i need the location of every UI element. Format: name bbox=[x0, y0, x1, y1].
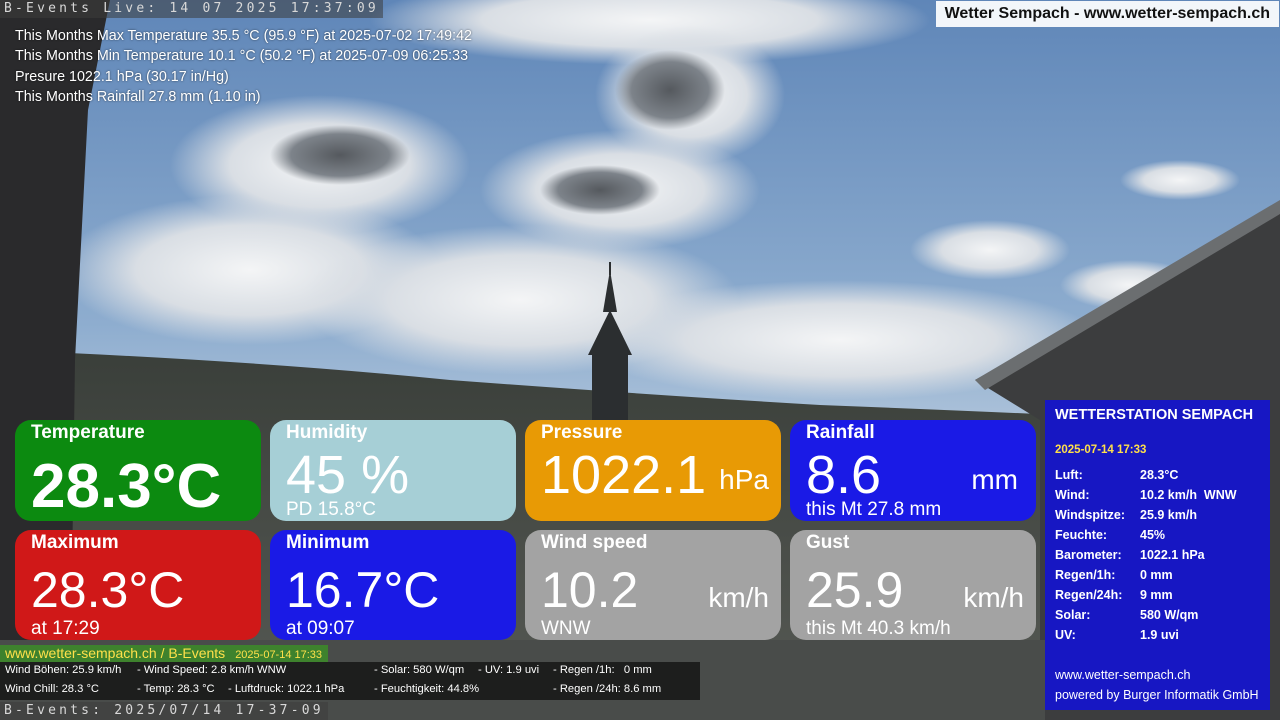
tile-title: Wind speed bbox=[541, 532, 648, 553]
month-rainfall: This Months Rainfall 27.8 mm (1.10 in) bbox=[15, 88, 261, 105]
tile-title: Gust bbox=[806, 532, 850, 553]
maximum-tile: Maximum 28.3°C at 17:29 bbox=[15, 530, 261, 640]
station-title: WETTERSTATION SEMPACH bbox=[1055, 407, 1254, 423]
row-value: 28.3°C bbox=[1140, 468, 1179, 482]
maximum-time: at 17:29 bbox=[31, 618, 100, 639]
row-label: Luft: bbox=[1055, 468, 1083, 482]
row-value: 580 W/qm bbox=[1140, 608, 1199, 622]
ticker-humidity: - Feuchtigkeit: 44.8% bbox=[374, 683, 480, 695]
gust-value: 25.9 bbox=[806, 562, 904, 618]
station-row: Solar: 580 W/qm bbox=[1055, 608, 1198, 622]
ticker-pressure: - Luftdruck: 1022.1 hPa bbox=[228, 683, 345, 695]
gust-month-max: this Mt 40.3 km/h bbox=[806, 618, 951, 639]
ticker-rain-24h: - Regen /24h: 8.6 mm bbox=[553, 683, 662, 695]
live-timestamp: B-Events Live: 14 07 2025 17:37:09 bbox=[0, 0, 383, 18]
minimum-tile: Minimum 16.7°C at 09:07 bbox=[270, 530, 516, 640]
pressure-readout: Presure 1022.1 hPa (30.17 in/Hg) bbox=[15, 68, 229, 85]
ticker-uv: - UV: 1.9 uvi bbox=[478, 664, 540, 676]
station-row: UV: 1.9 uvi bbox=[1055, 628, 1179, 642]
bottom-date: 2025-07-14 17:33 bbox=[235, 649, 323, 661]
station-date: 2025-07-14 17:33 bbox=[1055, 444, 1147, 456]
station-row: Regen/24h: 9 mm bbox=[1055, 588, 1173, 602]
row-label: Regen/1h: bbox=[1055, 568, 1116, 582]
station-info-panel: WETTERSTATION SEMPACH 2025-07-14 17:33 L… bbox=[1045, 400, 1270, 710]
row-label: Regen/24h: bbox=[1055, 588, 1123, 602]
pressure-value: 1022.1 bbox=[541, 445, 707, 505]
row-value: 45% bbox=[1140, 528, 1166, 542]
tile-title: Temperature bbox=[31, 422, 145, 443]
dew-point-value: PD 15.8°C bbox=[286, 499, 376, 520]
tile-title: Maximum bbox=[31, 532, 119, 553]
gust-unit: km/h bbox=[963, 582, 1024, 613]
row-label: Feuchte: bbox=[1055, 528, 1108, 542]
weather-ticker: Wind Böhen: 25.9 km/h - Wind Speed: 2.8 … bbox=[0, 662, 700, 700]
rainfall-unit: mm bbox=[971, 464, 1018, 495]
row-value: 0 mm bbox=[1140, 568, 1173, 582]
archive-timestamp: B-Events: 2025/07/14 17-37-09 bbox=[0, 702, 328, 720]
humidity-tile: Humidity 45 % PD 15.8°C bbox=[270, 420, 516, 521]
station-website-link[interactable]: www.wetter-sempach.ch bbox=[1055, 668, 1190, 682]
row-label: Wind: bbox=[1055, 488, 1090, 502]
website-link-bar[interactable]: www.wetter-sempach.ch / B-Events 2025-07-… bbox=[0, 645, 329, 662]
ticker-temp: - Temp: 28.3 °C bbox=[137, 683, 215, 695]
row-value: 1.9 uvi bbox=[1140, 628, 1179, 642]
website-link[interactable]: www.wetter-sempach.ch / B-Events bbox=[5, 645, 225, 661]
wind-direction: WNW bbox=[541, 618, 591, 639]
month-max-temperature: This Months Max Temperature 35.5 °C (95.… bbox=[15, 28, 472, 44]
tile-title: Minimum bbox=[286, 532, 370, 553]
powered-by-link[interactable]: powered by Burger Informatik GmbH bbox=[1055, 688, 1259, 702]
humidity-value: 45 % bbox=[286, 445, 410, 505]
ticker-rain-1h: - Regen /1h: 0 mm bbox=[553, 664, 652, 676]
wind-speed-value: 10.2 bbox=[541, 562, 639, 618]
row-value: 1022.1 hPa bbox=[1140, 548, 1205, 562]
tile-title: Rainfall bbox=[806, 422, 875, 443]
minimum-time: at 09:07 bbox=[286, 618, 355, 639]
ticker-solar: - Solar: 580 W/qm bbox=[374, 664, 465, 676]
station-row: Luft: 28.3°C bbox=[1055, 468, 1178, 482]
station-row: Feuchte: 45% bbox=[1055, 528, 1165, 542]
rainfall-value: 8.6 bbox=[806, 445, 882, 505]
wind-speed-unit: km/h bbox=[708, 582, 769, 613]
row-value: 9 mm bbox=[1140, 588, 1173, 602]
row-label: UV: bbox=[1055, 628, 1076, 642]
maximum-value: 28.3°C bbox=[31, 562, 185, 618]
tile-title: Pressure bbox=[541, 422, 623, 443]
gust-tile: Gust 25.9 km/h this Mt 40.3 km/h bbox=[790, 530, 1036, 640]
station-row: Barometer: 1022.1 hPa bbox=[1055, 548, 1205, 562]
rainfall-tile: Rainfall 8.6 mm this Mt 27.8 mm bbox=[790, 420, 1036, 521]
rainfall-month-total: this Mt 27.8 mm bbox=[806, 499, 942, 520]
minimum-value: 16.7°C bbox=[286, 562, 440, 618]
wind-speed-tile: Wind speed 10.2 km/h WNW bbox=[525, 530, 781, 640]
temperature-value: 28.3°C bbox=[31, 452, 222, 521]
month-stats: This Months Max Temperature 35.5 °C (95.… bbox=[15, 26, 472, 107]
station-row: Windspitze: 25.9 km/h bbox=[1055, 508, 1197, 522]
site-title-badge[interactable]: Wetter Sempach - www.wetter-sempach.ch bbox=[935, 1, 1279, 27]
pressure-tile: Pressure 1022.1 hPa bbox=[525, 420, 781, 521]
station-row: Regen/1h: 0 mm bbox=[1055, 568, 1173, 582]
tile-title: Humidity bbox=[286, 422, 368, 443]
row-label: Windspitze: bbox=[1055, 508, 1126, 522]
row-label: Barometer: bbox=[1055, 548, 1122, 562]
pressure-unit: hPa bbox=[719, 464, 769, 495]
ticker-gust: Wind Böhen: 25.9 km/h bbox=[5, 664, 122, 676]
row-value: 10.2 km/h WNW bbox=[1140, 488, 1237, 502]
station-row: Wind: 10.2 km/h WNW bbox=[1055, 488, 1237, 502]
ticker-wind-speed: - Wind Speed: 2.8 km/h WNW bbox=[137, 664, 287, 676]
temperature-tile: Temperature 28.3°C bbox=[15, 420, 261, 521]
ticker-wind-chill: Wind Chill: 28.3 °C bbox=[5, 683, 100, 695]
month-min-temperature: This Months Min Temperature 10.1 °C (50.… bbox=[15, 48, 469, 65]
row-label: Solar: bbox=[1055, 608, 1091, 622]
row-value: 25.9 km/h bbox=[1140, 508, 1197, 522]
